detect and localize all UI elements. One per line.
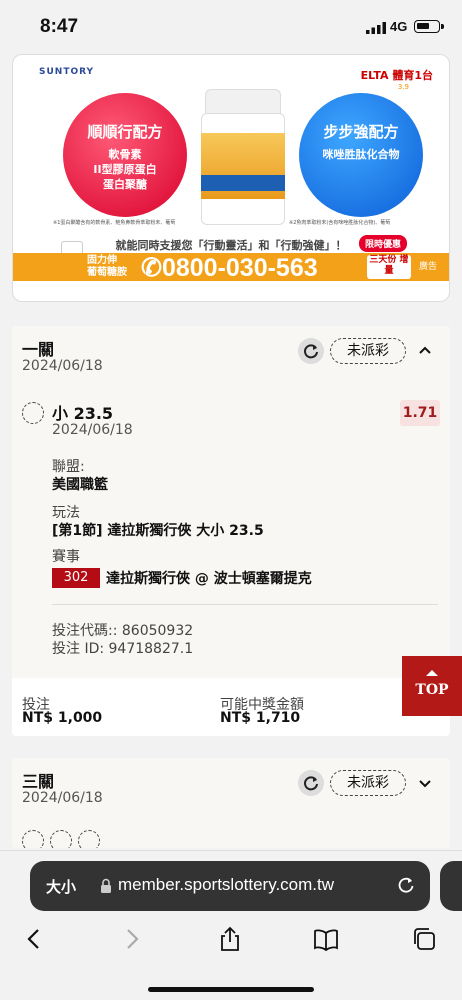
ad-left-line: 蛋白聚醣 (103, 178, 147, 191)
text-size-button[interactable]: 大小 (46, 876, 76, 897)
ad-phone-bar: 固力伸 葡萄糖胺 ✆0800-030-563 三天份 增量 廣告 (13, 253, 449, 282)
game-code-badge: 302 (52, 568, 100, 588)
share-icon[interactable] (216, 925, 244, 953)
back-to-top-button[interactable]: TOP (402, 656, 462, 716)
ad-brand: SUNTORY (39, 67, 95, 77)
event-label: 賽事 (52, 549, 80, 565)
play-label: 玩法 (52, 505, 80, 521)
bet-date: 2024/06/18 (22, 358, 103, 374)
address-bar[interactable]: 大小 member.sportslottery.com.tw (30, 861, 430, 911)
bookmarks-icon[interactable] (312, 925, 340, 953)
selection-name: 小 23.5 (52, 404, 114, 423)
game-name: 達拉斯獨行俠 @ 波士頓塞爾提克 (106, 571, 312, 587)
next-tab-preview[interactable] (440, 861, 462, 911)
arrow-up-icon (426, 670, 438, 676)
selection-radio[interactable] (22, 830, 44, 848)
bet-date: 2024/06/18 (22, 790, 103, 806)
back-icon[interactable] (20, 925, 48, 953)
ad-label: 廣告 (419, 262, 438, 272)
advertisement-banner[interactable]: SUNTORY ELTA 體育1台 3.9 順順行配方 軟骨素 II型膠原蛋白 … (12, 54, 450, 302)
status-bar: 8:47 4G (0, 0, 462, 52)
ad-partner-sub: 3.9 (397, 83, 409, 91)
league-value: 美國職籃 (52, 477, 108, 493)
divider (52, 604, 438, 605)
league-label: 聯盟: (52, 459, 85, 475)
clock: 8:47 (40, 16, 79, 37)
stake-value: NT$ 1,000 (22, 710, 103, 726)
ad-product-name: 固力伸 葡萄糖胺 (87, 255, 127, 278)
settlement-status-badge: 未派彩 (330, 770, 406, 796)
phone-icon: ✆ (141, 254, 162, 282)
url-text[interactable]: member.sportslottery.com.tw (118, 875, 334, 895)
bet-type-title: 三關 (22, 772, 55, 791)
selection-radios (22, 830, 106, 848)
ad-right-title: 步步強配方 (323, 123, 399, 141)
refresh-icon[interactable] (298, 770, 324, 796)
ad-right-line: 咪唑胜肽化合物 (322, 148, 400, 161)
chevron-down-icon[interactable] (416, 774, 434, 792)
forward-icon[interactable] (118, 925, 146, 953)
signal-icon (366, 22, 386, 34)
bet-code: 投注代碼:: 86050932 (52, 623, 194, 639)
ad-left-line: II型膠原蛋白 (93, 163, 157, 176)
selection-radio[interactable] (50, 830, 72, 848)
reload-icon[interactable] (396, 875, 416, 895)
ad-left-title: 順順行配方 (87, 123, 163, 141)
bet-card: 三關 2024/06/18 未派彩 (12, 758, 450, 848)
settlement-status-badge: 未派彩 (330, 338, 406, 364)
chevron-up-icon[interactable] (416, 342, 434, 360)
bet-id: 投注 ID: 94718827.1 (52, 641, 194, 657)
ad-promo-badge: 三天份 增量 (367, 255, 411, 279)
product-bottle-image (195, 89, 291, 225)
play-value: [第1節] 達拉斯獨行俠 大小 23.5 (52, 523, 264, 539)
lock-icon (101, 878, 111, 893)
bet-type-title: 一關 (22, 340, 55, 359)
browser-toolbar: 大小 member.sportslottery.com.tw (0, 850, 462, 1000)
refresh-icon[interactable] (298, 338, 324, 364)
odds-badge: 1.71 (400, 400, 440, 426)
bet-card: 一關 2024/06/18 未派彩 小 23.5 2024/06/18 1.71… (12, 326, 450, 736)
ad-fine-print-left: ※1蛋白聚醣含有的軟骨素、鮭魚鼻軟骨萃取粉末、葡萄 (53, 220, 176, 226)
ad-left-line: 軟骨素 (108, 148, 142, 161)
payout-value: NT$ 1,710 (220, 710, 301, 726)
battery-icon (414, 20, 444, 33)
back-to-top-label: TOP (415, 682, 449, 698)
ad-left-circle: 順順行配方 軟骨素 II型膠原蛋白 蛋白聚醣 (63, 93, 187, 217)
network-type: 4G (390, 19, 408, 34)
ad-partner-logo: ELTA 體育1台 (360, 69, 433, 82)
tabs-icon[interactable] (410, 925, 438, 953)
selection-radio[interactable] (78, 830, 100, 848)
ad-fine-print-right: ※2魚肉萃取粉末(含有咪唑胜肽化合物)、葡萄 (289, 220, 391, 226)
home-indicator (148, 987, 314, 992)
ad-phone-number: 0800-030-563 (161, 254, 318, 282)
ad-right-circle: 步步強配方 咪唑胜肽化合物 (299, 93, 423, 217)
selection-radio[interactable] (22, 402, 44, 424)
ad-limited-badge: 限時優惠 (359, 235, 408, 252)
selection-date: 2024/06/18 (52, 422, 133, 438)
